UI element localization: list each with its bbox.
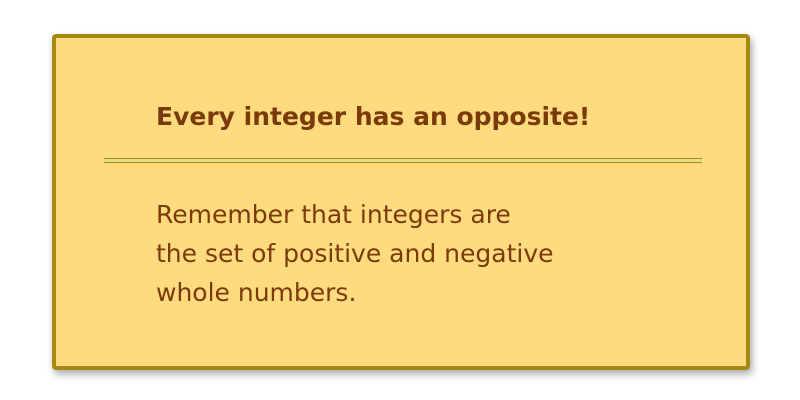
body-line: the set of positive and negative <box>156 239 554 268</box>
page: Every integer has an opposite! Remember … <box>0 0 800 400</box>
callout-card: Every integer has an opposite! Remember … <box>52 34 750 370</box>
divider-rule <box>104 158 702 163</box>
body-line: whole numbers. <box>156 278 357 307</box>
body-line: Remember that integers are <box>156 200 511 229</box>
callout-title: Every integer has an opposite! <box>156 102 591 131</box>
callout-body: Remember that integers are the set of po… <box>156 195 554 312</box>
